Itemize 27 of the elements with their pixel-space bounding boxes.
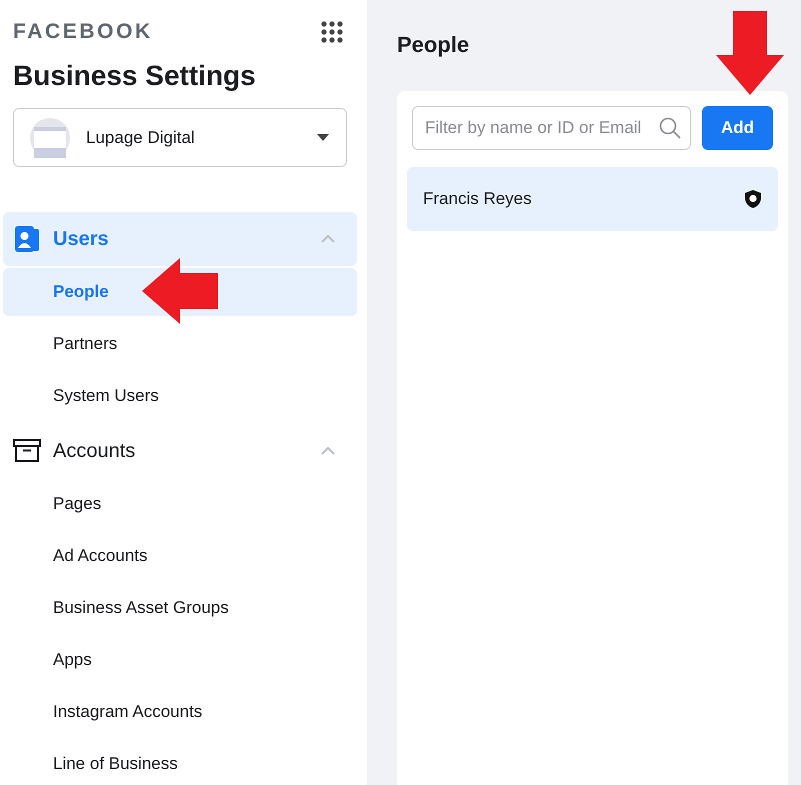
add-button[interactable]: Add xyxy=(702,106,773,150)
id-badge-icon xyxy=(13,225,41,253)
page-title: Business Settings xyxy=(12,59,257,93)
nav-item[interactable]: Apps xyxy=(3,636,357,684)
account-selector[interactable]: Lupage Digital xyxy=(13,108,347,167)
briefcase-avatar-icon xyxy=(30,118,70,158)
nav-section-header[interactable]: Users xyxy=(3,212,357,266)
dropdown-caret-icon xyxy=(317,134,329,142)
person-name: Francis Reyes xyxy=(423,189,533,209)
nav-item[interactable]: Line of Business xyxy=(3,740,357,785)
nav-item[interactable]: System Users xyxy=(3,372,357,420)
search-field[interactable]: Filter by name or ID or Email xyxy=(412,106,691,150)
archive-box-icon xyxy=(13,437,41,465)
search-icon xyxy=(659,117,681,139)
nav-item[interactable]: Business Asset Groups xyxy=(3,584,357,632)
section-heading: People xyxy=(397,32,470,58)
account-name: Lupage Digital xyxy=(86,128,196,148)
apps-grid-icon[interactable] xyxy=(321,21,343,43)
nav-item[interactable]: Partners xyxy=(3,320,357,368)
logo: FACEBOOK xyxy=(13,20,153,44)
person-row[interactable]: Francis Reyes xyxy=(407,167,778,231)
nav-item[interactable]: Pages xyxy=(3,480,357,528)
nav-section-header[interactable]: Accounts xyxy=(3,424,357,478)
chevron-up-icon xyxy=(321,235,335,243)
nav-item[interactable]: Ad Accounts xyxy=(3,532,357,580)
chevron-up-icon xyxy=(321,447,335,455)
nav-item[interactable]: Instagram Accounts xyxy=(3,688,357,736)
